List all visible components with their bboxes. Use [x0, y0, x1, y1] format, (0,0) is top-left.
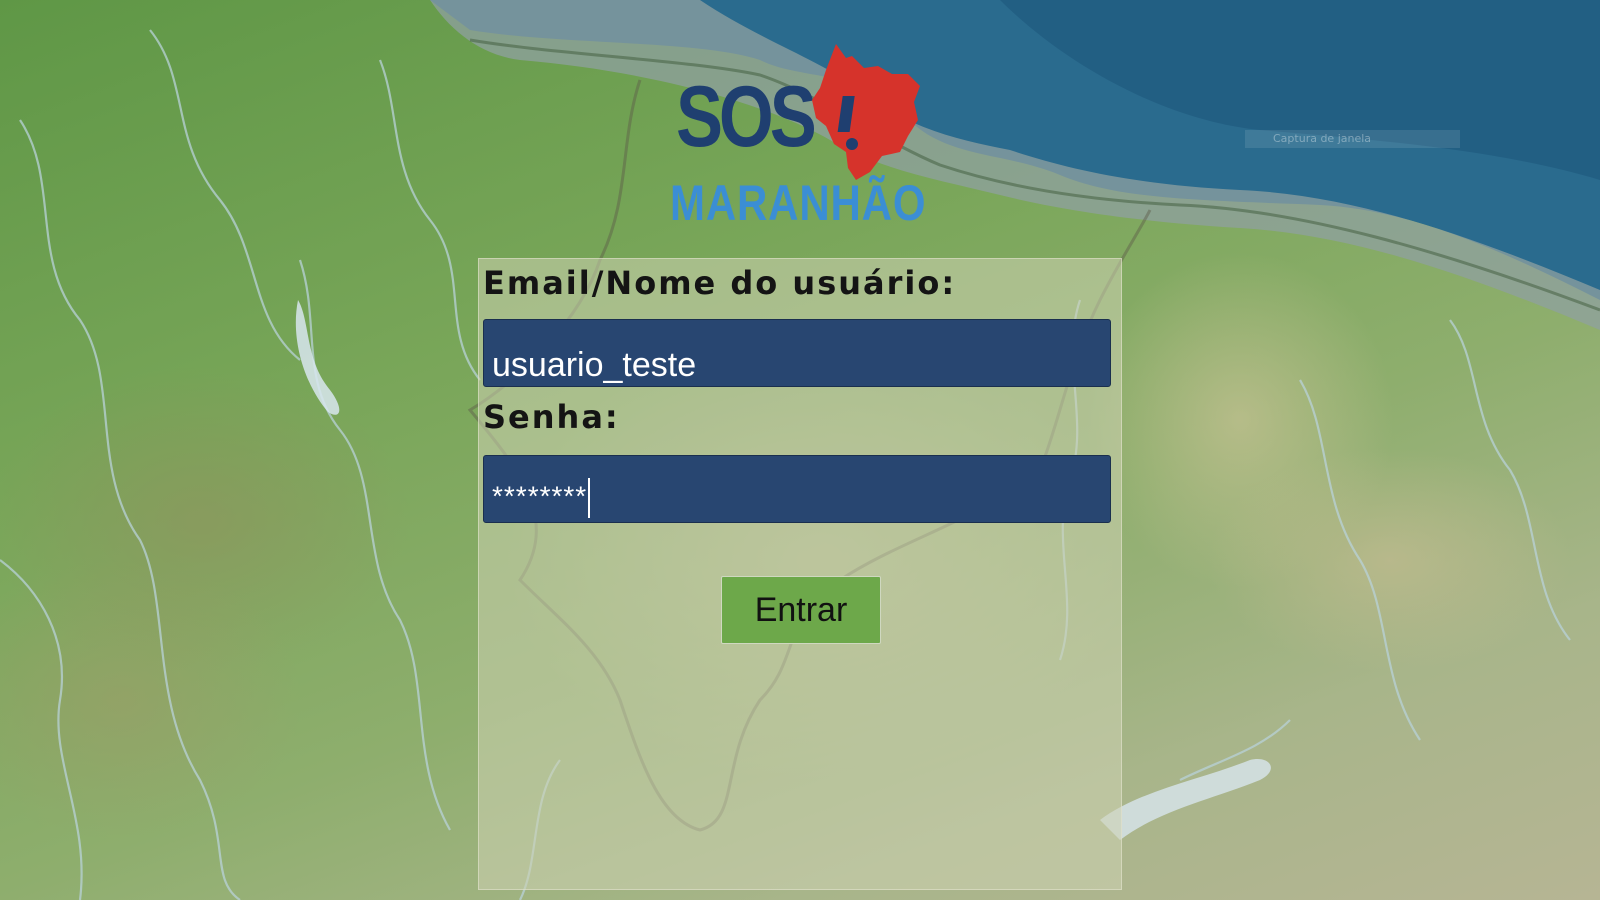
lake — [295, 300, 340, 415]
reservoir — [1100, 759, 1271, 840]
maranhao-state-shape-icon — [812, 44, 920, 180]
logo-sos-text: SOS — [676, 69, 817, 165]
login-panel: Email/Nome do usuário: usuario_teste Sen… — [478, 258, 1122, 890]
text-caret — [588, 478, 591, 518]
logo-maranhao-text: MARANHÃO — [670, 175, 927, 231]
username-input[interactable]: usuario_teste — [483, 319, 1111, 387]
password-input[interactable]: ******** — [483, 455, 1111, 523]
window-caption: Captura de janela — [1245, 130, 1460, 148]
username-label: Email/Nome do usuário: — [483, 264, 957, 302]
username-value: usuario_teste — [492, 346, 697, 384]
submit-button[interactable]: Entrar — [721, 576, 881, 644]
password-label: Senha: — [483, 398, 620, 436]
sos-maranhao-logo: SOS MARANHÃO — [670, 44, 926, 234]
password-value: ******** — [492, 480, 588, 512]
